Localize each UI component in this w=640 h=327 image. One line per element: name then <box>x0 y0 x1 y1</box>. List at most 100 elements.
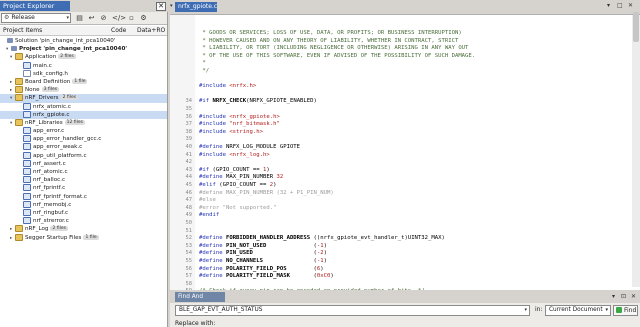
code-line[interactable]: #include <nrfx_gpiote.h> <box>199 114 280 120</box>
maximize-icon[interactable]: □ <box>617 2 623 9</box>
tree-item[interactable]: ▾ nRF_Drivers 2 files <box>0 94 167 103</box>
tree-item[interactable]: nrf_ringbuf.c <box>0 208 167 217</box>
code-line[interactable]: #error "Not supported." <box>199 205 276 211</box>
code-token: #define <box>199 265 226 272</box>
column-project-items[interactable]: Project Items <box>3 26 42 35</box>
tree-item[interactable]: app_util_platform.c <box>0 151 167 160</box>
tree-item[interactable]: Solution 'pin_change_int_pca10040' <box>0 37 167 45</box>
code-line[interactable]: /* Check if every pin can be encoded on … <box>199 288 425 290</box>
code-line[interactable]: #define FORBIDDEN_HANDLER_ADDRESS ((nrfx… <box>199 235 445 241</box>
code-line[interactable]: #define NRFX_LOG_MODULE GPIOTE <box>199 144 300 150</box>
editor-scrollbar[interactable] <box>632 12 640 287</box>
tree-item[interactable]: nrf_fprintf_format.c <box>0 192 167 201</box>
code-token: #error "Not supported." <box>199 204 277 211</box>
project-tree: Solution 'pin_change_int_pca10040' ▾ Proje… <box>0 37 167 242</box>
scope-select[interactable]: Current Document ▾ <box>545 305 611 316</box>
chevron-down-icon[interactable]: ▾ <box>612 293 615 300</box>
code-token: <nrfx_gpiote.h> <box>229 113 280 120</box>
code-token: "nrf_bitmask.h" <box>229 121 280 128</box>
code-token: ) <box>266 166 270 173</box>
code-line[interactable]: #define POLARITY_FIELD_POS (6) <box>199 266 324 272</box>
close-icon[interactable]: ✕ <box>631 293 636 300</box>
stop-icon[interactable]: ⊘ <box>99 14 108 23</box>
line-number: 58 <box>185 280 193 287</box>
code-line[interactable]: * OF THE USE OF THIS SOFTWARE, EVEN IF A… <box>199 53 475 59</box>
settings-icon[interactable]: ⚙ <box>139 14 148 23</box>
code-line[interactable]: #include <nrfx_log.h> <box>199 152 270 158</box>
code-line[interactable]: */ <box>199 68 209 74</box>
line-number: 52 <box>185 235 193 242</box>
find-button[interactable]: Find <box>613 305 638 316</box>
tree-item[interactable]: nrfx_gpiote.c <box>0 110 167 119</box>
code-line[interactable]: #if NRFX_CHECK(NRFX_GPIOTE_ENABLED) <box>199 98 317 104</box>
back-icon[interactable]: ↩ <box>87 14 96 23</box>
code-line[interactable]: #include <string.h> <box>199 129 263 135</box>
configuration-select[interactable]: ⚙ Release ▾ <box>1 13 71 23</box>
tree-item[interactable]: app_error.c <box>0 127 167 135</box>
chevron-down-icon[interactable]: ▾ <box>607 2 610 9</box>
code-line[interactable]: #define MAX_PIN_NUMBER 32 <box>199 174 283 180</box>
code-token: ( <box>263 258 317 264</box>
code-line[interactable]: #include "nrf_bitmask.h" <box>199 121 280 127</box>
line-number: 38 <box>185 128 193 135</box>
code-line[interactable]: #define PIN_NOT_USED (-1) <box>199 243 327 249</box>
code-line[interactable]: #if (GPIO_COUNT == 1) <box>199 167 270 173</box>
tree-item[interactable]: app_error_weak.c <box>0 143 167 151</box>
tree-item[interactable]: ▸ Segger Startup Files 1 file <box>0 233 167 242</box>
tree-item[interactable]: sdk_config.h <box>0 69 167 78</box>
tree-item[interactable]: nrf_assert.c <box>0 159 167 168</box>
tree-item[interactable]: main.c <box>0 61 167 70</box>
line-number: 40 <box>185 144 193 150</box>
build-icon[interactable]: ▤ <box>75 14 84 23</box>
project-icon <box>7 38 13 43</box>
close-icon[interactable]: ✕ <box>156 2 166 11</box>
tree-item[interactable]: nrf_fprintf.c <box>0 184 167 192</box>
tree-item[interactable]: ▸ nRF_Log 2 files <box>0 225 167 233</box>
code-line[interactable]: * HOWEVER CAUSED AND ON ANY THEORY OF LI… <box>199 38 458 44</box>
code-line[interactable]: * LIABILITY, OR TORT (INCLUDING NEGLIGEN… <box>199 45 468 51</box>
column-data-ro[interactable]: Data+RO <box>137 26 165 35</box>
tree-item[interactable]: nrf_atomic.c <box>0 168 167 176</box>
chevron-down-icon[interactable]: ▾ <box>524 306 527 315</box>
tree-item[interactable]: nrf_strerror.c <box>0 217 167 225</box>
tree-item-label: nrf_fprintf.c <box>33 185 66 192</box>
code-line[interactable]: #define PIN_USED (-2) <box>199 250 327 256</box>
code-line[interactable]: #define MAX_PIN_NUMBER (32 + P1_PIN_NUM) <box>199 190 334 196</box>
chevron-down-icon: ▾ <box>66 15 69 21</box>
code-line[interactable]: #elif (GPIO_COUNT == 2) <box>199 182 277 188</box>
replace-label: Replace with: <box>175 320 216 327</box>
code-line[interactable]: * GOODS OR SERVICES; LOSS OF USE, DATA, … <box>199 30 461 36</box>
close-icon[interactable]: ✕ <box>628 2 633 9</box>
code-line[interactable]: * <box>199 60 205 66</box>
code-token: ) <box>273 182 277 188</box>
tree-item[interactable]: ▸ Board Definition 1 file <box>0 77 167 86</box>
column-code[interactable]: Code <box>111 26 126 35</box>
tree-item[interactable]: nrf_memobj.c <box>0 200 167 209</box>
pin-icon[interactable]: ⊡ <box>621 293 626 300</box>
code-line[interactable]: #define POLARITY_FIELD_MASK (0xC0) <box>199 273 334 279</box>
code-token: */ <box>199 68 210 74</box>
tree-item[interactable]: nrfx_atomic.c <box>0 102 167 111</box>
tree-item[interactable]: ▾ nRF_Libraries 12 files <box>0 118 167 127</box>
tree-item[interactable]: ▾ Project 'pin_change_int_pca10040' <box>0 45 167 53</box>
scroll-thumb[interactable] <box>633 12 639 42</box>
find-input[interactable]: BLE_GAP_EVT_AUTH_STATUS ▾ <box>175 305 530 316</box>
code-line[interactable]: #define NO_CHANNELS (-1) <box>199 258 327 264</box>
code-token: (GPIO_COUNT == <box>219 182 270 188</box>
new-file-icon[interactable]: ▫ <box>127 14 136 23</box>
code-token: 0xC0 <box>316 273 331 280</box>
code-line[interactable]: #include <nrfx.h> <box>199 83 256 89</box>
code-line[interactable]: #endif <box>199 212 219 218</box>
tree-item[interactable]: nrf_balloc.c <box>0 176 167 184</box>
code-icon[interactable]: </> <box>112 14 126 23</box>
tree-item[interactable]: ▸ None 3 files <box>0 86 167 94</box>
tree-item[interactable]: app_error_handler_gcc.c <box>0 135 167 143</box>
code-line[interactable]: #else <box>199 197 216 203</box>
line-number: 42 <box>185 159 193 166</box>
tree-item-label: nrf_ringbuf.c <box>33 209 69 216</box>
line-number: 51 <box>185 227 193 234</box>
file-icon <box>23 135 31 143</box>
editor-tab-active[interactable]: nrfx_gpiote.c <box>175 2 217 12</box>
tree-item[interactable]: ▾ Application 2 files <box>0 53 167 61</box>
code-editor[interactable]: 34 35 36 37 38 39 40 41 42 43 44 45 46 47 48 49 50 51 52 53… <box>170 14 640 290</box>
